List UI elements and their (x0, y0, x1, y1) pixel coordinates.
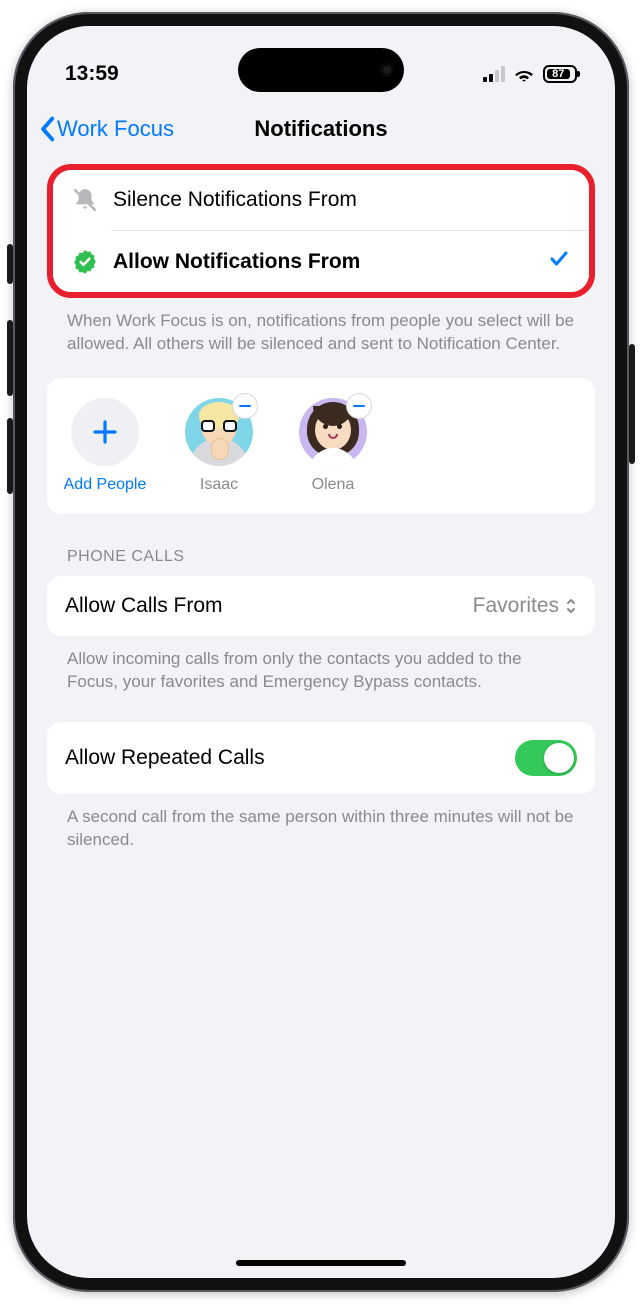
wifi-icon (513, 66, 535, 82)
checkmark-seal-icon (71, 248, 99, 276)
highlight-annotation: Silence Notifications From Allow Notific… (47, 164, 595, 298)
battery-percent: 87 (547, 69, 570, 79)
plus-icon (71, 398, 139, 466)
option-allow-label: Allow Notifications From (113, 250, 533, 274)
option-allow[interactable]: Allow Notifications From (53, 231, 589, 292)
screen: 13:59 87 Work Focus Notifications (27, 26, 615, 1278)
volume-up-button (7, 320, 13, 396)
remove-person-button[interactable] (233, 394, 257, 418)
remove-person-button[interactable] (347, 394, 371, 418)
phone-frame: 13:59 87 Work Focus Notifications (13, 12, 629, 1292)
checkmark-icon (547, 247, 571, 276)
option-silence-label: Silence Notifications From (113, 188, 571, 212)
person-name: Olena (312, 476, 355, 494)
chevron-left-icon (39, 116, 55, 142)
bell-slash-icon (71, 186, 99, 214)
cellular-icon (483, 66, 505, 82)
minus-icon (239, 405, 251, 408)
allow-calls-row[interactable]: Allow Calls From Favorites (47, 576, 595, 636)
up-down-chevron-icon (565, 596, 577, 616)
back-button[interactable]: Work Focus (39, 116, 174, 142)
back-label: Work Focus (57, 116, 174, 142)
allow-calls-value: Favorites (473, 594, 559, 618)
add-people-label: Add People (64, 476, 147, 494)
allowed-people-card: Add People Isaac Olena (47, 378, 595, 514)
options-footnote: When Work Focus is on, notifications fro… (47, 298, 595, 356)
status-time: 13:59 (65, 62, 119, 86)
ringer-switch (7, 244, 13, 284)
phone-calls-header: PHONE CALLS (47, 514, 595, 576)
page-title: Notifications (254, 116, 387, 142)
repeated-calls-footnote: A second call from the same person withi… (47, 794, 595, 852)
repeated-calls-row: Allow Repeated Calls (47, 722, 595, 794)
person-olena[interactable]: Olena (289, 398, 377, 494)
option-silence[interactable]: Silence Notifications From (53, 170, 589, 230)
power-button (629, 344, 635, 464)
dynamic-island (238, 48, 404, 92)
avatar (185, 398, 253, 466)
minus-icon (353, 405, 365, 408)
battery-icon: 87 (543, 65, 577, 83)
volume-down-button (7, 418, 13, 494)
avatar (299, 398, 367, 466)
allow-calls-footnote: Allow incoming calls from only the conta… (47, 636, 595, 694)
person-name: Isaac (200, 476, 238, 494)
repeated-calls-toggle[interactable] (515, 740, 577, 776)
repeated-calls-label: Allow Repeated Calls (65, 746, 265, 770)
home-indicator[interactable] (236, 1260, 406, 1266)
nav-bar: Work Focus Notifications (27, 98, 615, 164)
allow-calls-label: Allow Calls From (65, 594, 223, 618)
add-people-button[interactable]: Add People (61, 398, 149, 494)
person-isaac[interactable]: Isaac (175, 398, 263, 494)
